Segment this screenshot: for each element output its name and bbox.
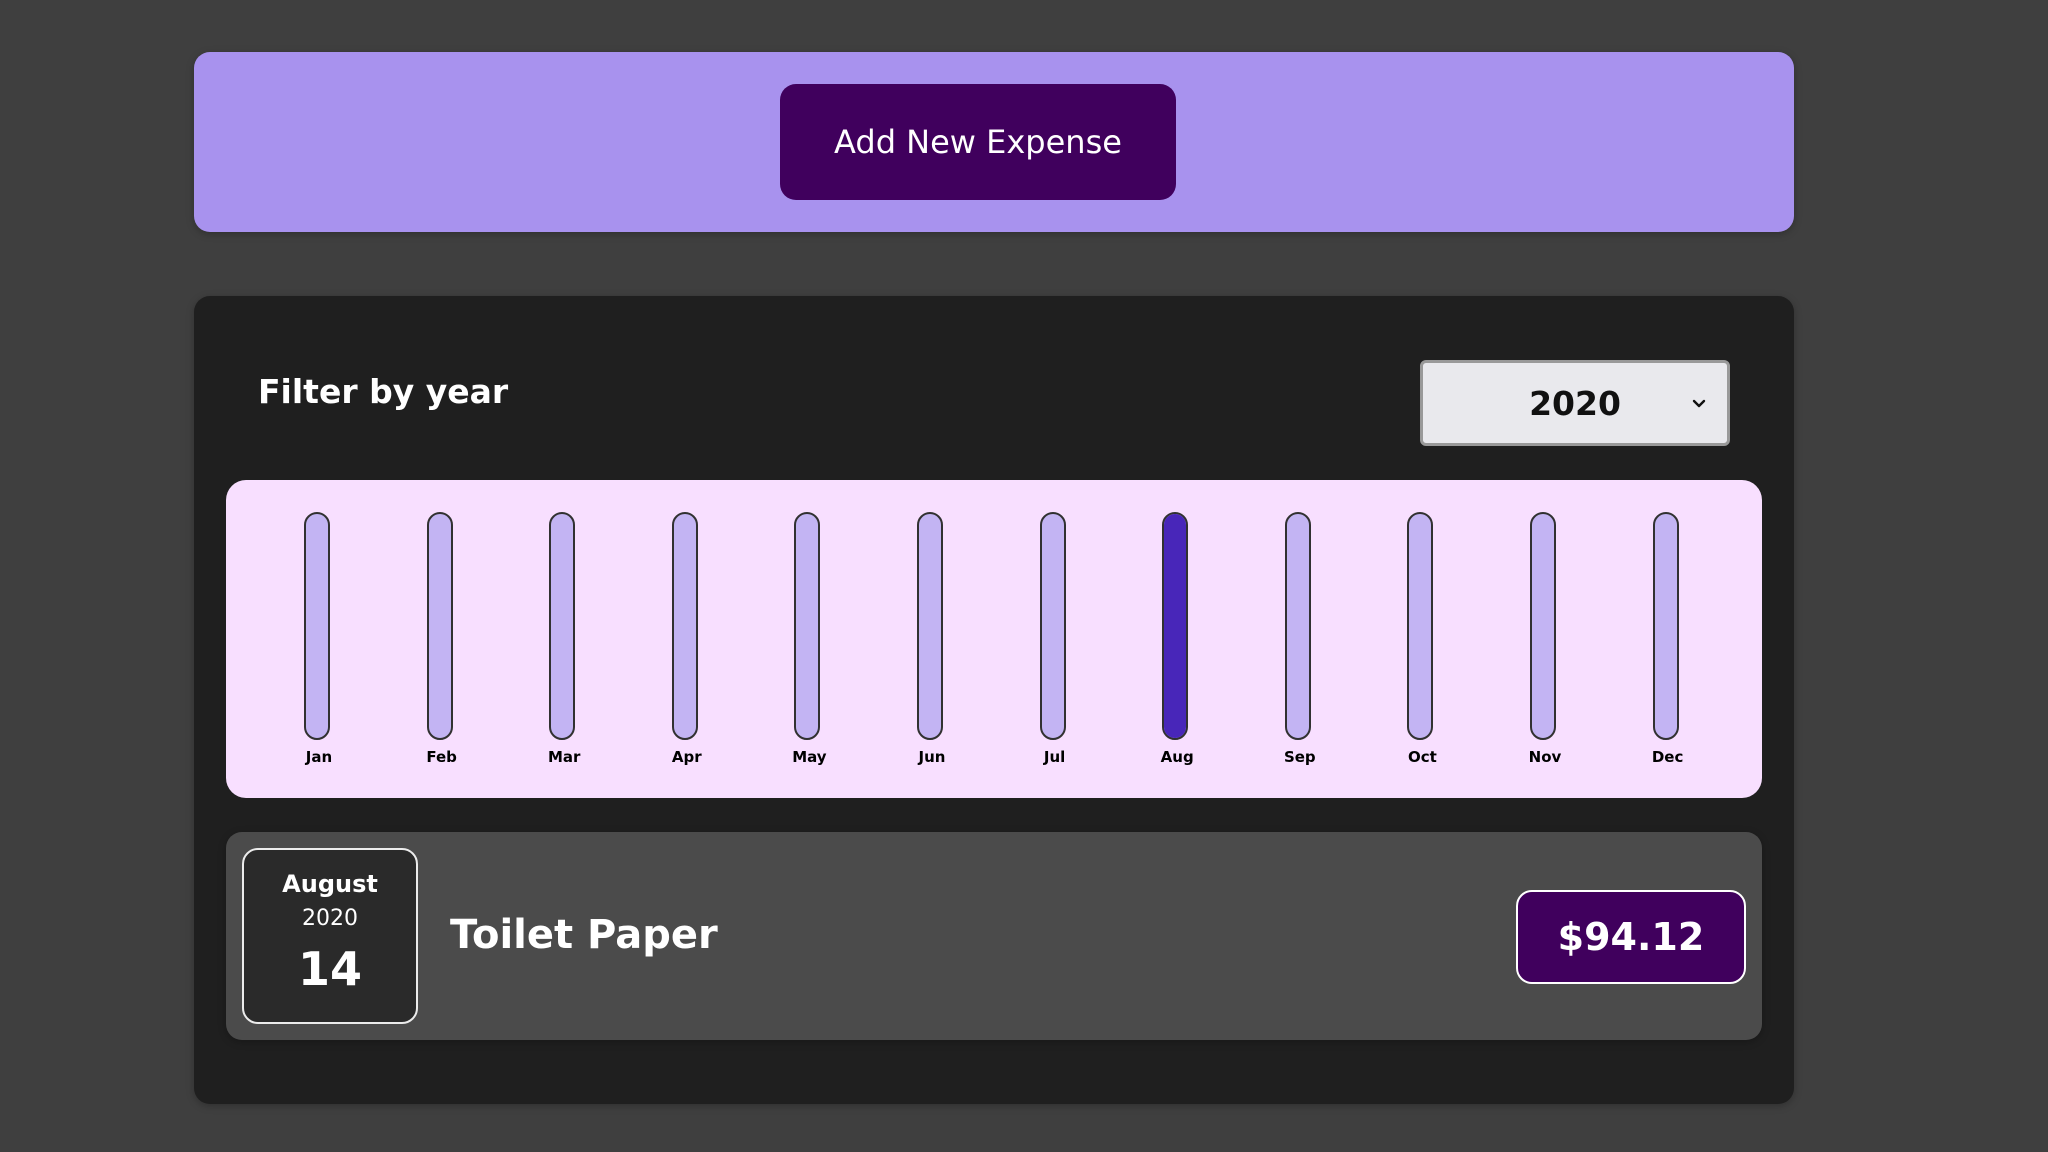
chart-bar-track xyxy=(1407,512,1434,740)
chart-bar-fill xyxy=(1164,514,1187,738)
chart-bar-track xyxy=(426,512,453,740)
chart-bar-track xyxy=(1530,512,1556,740)
expenses-panel: Filter by year 2020 Jan Feb Mar Apr May Jun Ju… xyxy=(194,296,1794,1104)
chart-bar-label: Oct xyxy=(1407,748,1437,766)
chart-bar-track xyxy=(794,512,821,740)
add-new-expense-button[interactable]: Add New Expense xyxy=(780,84,1176,200)
chart-bar-label: Nov xyxy=(1528,748,1562,766)
chart-bar-jun: Jun xyxy=(902,508,962,778)
chart-bar-apr: Apr xyxy=(657,508,717,778)
chart-bar-jul: Jul xyxy=(1025,508,1085,778)
chart-bar-label: Jan xyxy=(305,748,333,766)
expenses-chart: Jan Feb Mar Apr May Jun Jul Aug Sep Oct Nov Dec xyxy=(226,480,1762,798)
chart-bar-feb: Feb xyxy=(412,508,472,778)
chart-bar-jan: Jan xyxy=(289,508,349,778)
chart-bar-label: Feb xyxy=(426,748,457,766)
chart-bar-dec: Dec xyxy=(1638,508,1698,778)
expense-date-month: August xyxy=(282,870,378,898)
chart-bar-track xyxy=(1652,512,1679,740)
chart-bar-label: Mar xyxy=(547,748,581,766)
chart-bar-track xyxy=(304,512,330,740)
expense-item: August 2020 14 Toilet Paper $94.12 xyxy=(226,832,1762,1040)
chart-bar-mar: Mar xyxy=(534,508,594,778)
year-select[interactable]: 2020 xyxy=(1420,360,1730,446)
chart-bar-track xyxy=(671,512,698,740)
chart-bar-track xyxy=(1162,512,1189,740)
expense-price: $94.12 xyxy=(1516,890,1746,984)
chart-bar-track xyxy=(917,512,943,740)
expense-title: Toilet Paper xyxy=(450,912,718,958)
chart-bar-label: May xyxy=(792,748,827,766)
chart-bar-label: Jul xyxy=(1043,748,1066,766)
chart-bar-track xyxy=(1284,512,1311,740)
new-expense-panel: Add New Expense xyxy=(194,52,1794,232)
chart-bar-label: Sep xyxy=(1283,748,1316,766)
chart-bar-track xyxy=(549,512,576,740)
year-select-value: 2020 xyxy=(1529,383,1621,423)
expense-date-day: 14 xyxy=(297,942,362,996)
chart-bar-oct: Oct xyxy=(1392,508,1452,778)
chart-bar-label: Jun xyxy=(918,748,946,766)
chart-bar-nov: Nov xyxy=(1515,508,1575,778)
filter-label: Filter by year xyxy=(258,372,509,411)
expense-date-year: 2020 xyxy=(302,906,358,931)
chart-bar-label: Apr xyxy=(671,748,702,766)
chart-bar-label: Aug xyxy=(1160,748,1194,766)
chevron-down-icon xyxy=(1692,399,1706,408)
chart-bar-track xyxy=(1039,512,1066,740)
chart-bar-label: Dec xyxy=(1651,748,1684,766)
chart-bar-may: May xyxy=(779,508,839,778)
chart-bar-sep: Sep xyxy=(1270,508,1330,778)
expense-date: August 2020 14 xyxy=(242,848,418,1024)
chart-bar-aug: Aug xyxy=(1147,508,1207,778)
